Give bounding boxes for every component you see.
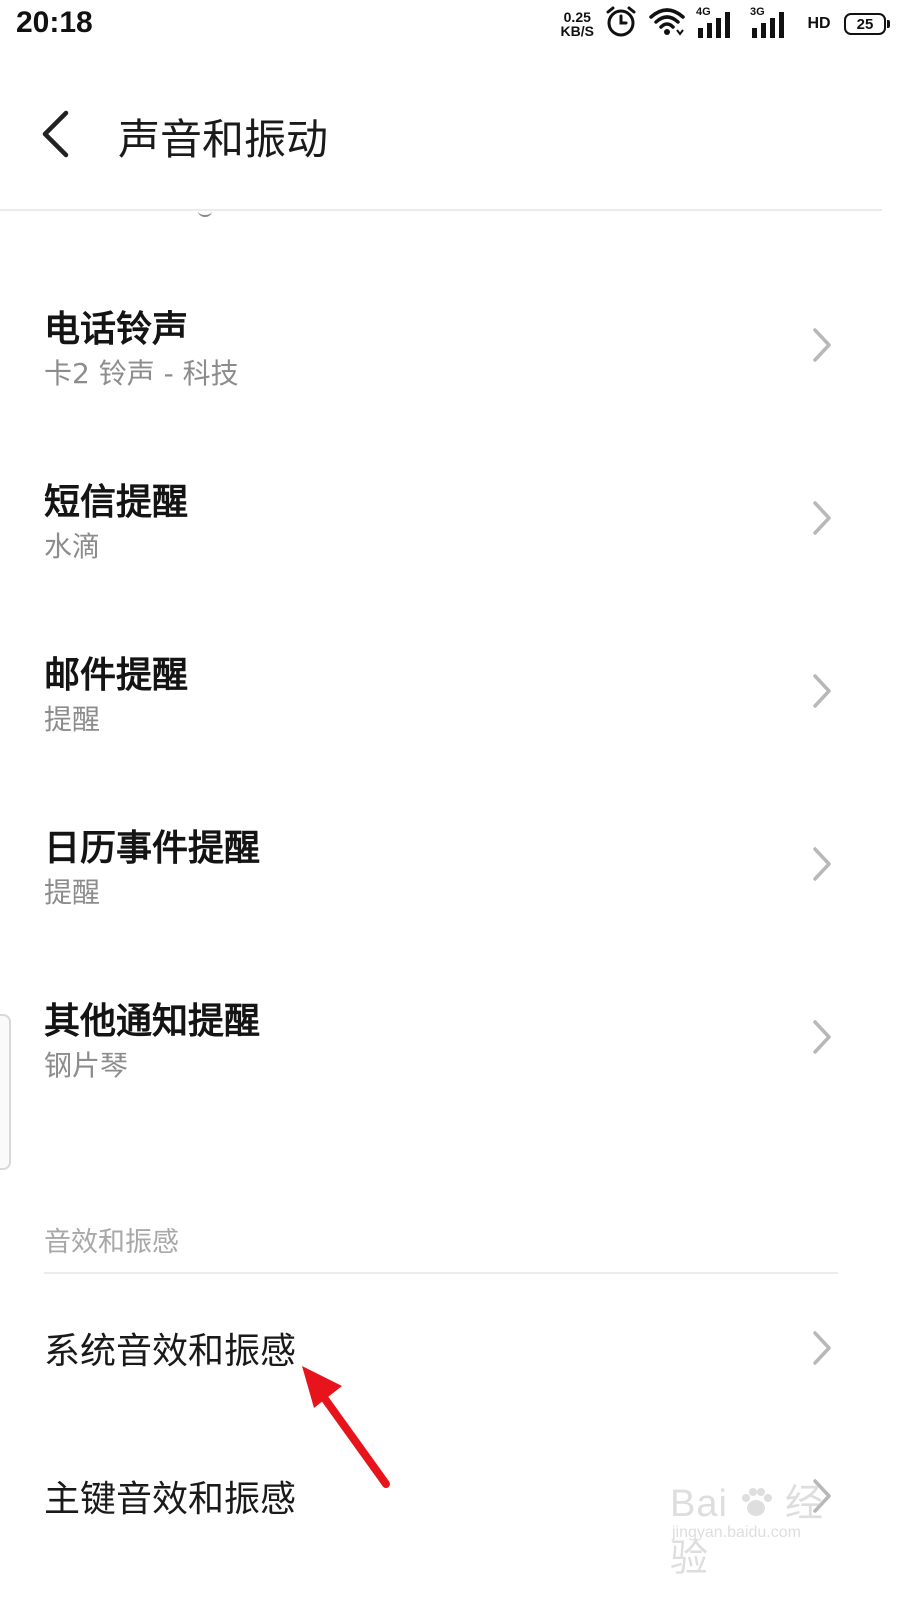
signal-icon-sim1: 4G [696,6,740,40]
battery-icon: 25 [844,13,890,35]
list-item-calendar-alert[interactable]: 日历事件提醒 提醒 [0,777,882,949]
watermark-url: jingyan.baidu.com [672,1524,801,1541]
list-item-title: 其他通知提醒 [44,1001,261,1042]
chevron-right-icon [810,671,834,711]
status-time: 20:18 [16,6,93,39]
alarm-clock-icon [604,5,638,43]
watermark-brand-text: Bai [670,1483,728,1525]
list-item-subtitle: 提醒 [44,876,101,909]
hd-label: HD [807,15,831,32]
chevron-right-icon [810,1328,834,1368]
back-button[interactable] [30,108,80,164]
signal-icon-sim2: 3G [750,6,794,40]
chevron-right-icon [810,1017,834,1057]
list-item-subtitle: 卡2 铃声 - 科技 [44,357,239,390]
list-item-title: 邮件提醒 [44,655,189,696]
hd-voice-icon: HD [804,8,834,40]
list-item-subtitle: 水滴 [44,530,101,563]
list-item-subtitle: 提醒 [44,703,101,736]
section-divider [44,1272,838,1274]
list-item-title: 短信提醒 [44,482,189,523]
wifi-icon [648,6,686,42]
battery-level: 25 [856,15,874,33]
list-item-email-alert[interactable]: 邮件提醒 提醒 [0,604,882,776]
list-item-title: 电话铃声 [44,309,189,350]
app-header: 声音和振动 [0,60,900,210]
network-speed-unit: KB/S [560,23,594,39]
list-item-other-notification-alert[interactable]: 其他通知提醒 钢片琴 [0,950,882,1122]
edge-swipe-handle[interactable] [0,1014,11,1170]
annotation-arrow-icon [290,1356,400,1496]
list-item-phone-ringtone[interactable]: 电话铃声 卡2 铃声 - 科技 [0,258,882,430]
list-item-title: 日历事件提醒 [44,828,261,869]
paw-icon [728,1483,785,1525]
section-header-sound-effects: 音效和振感 [44,1227,179,1258]
list-item-sms-alert[interactable]: 短信提醒 水滴 [0,431,882,603]
chevron-right-icon [810,325,834,365]
list-item-subtitle: 钢片琴 [44,1049,129,1082]
list-item-system-sound-effects[interactable]: 系统音效和振感 [0,1276,882,1421]
baidu-jingyan-watermark: Bai 经验 jingyan.baidu.com [670,1472,860,1580]
list-item-title: 主键音效和振感 [44,1479,297,1520]
list-item-title: 系统音效和振感 [44,1331,297,1372]
page-title: 声音和振动 [118,115,329,164]
chevron-right-icon [810,844,834,884]
chevron-right-icon [810,498,834,538]
status-icons: 0.25 KB/S 4G 3G HD 25 [561,5,890,43]
status-bar: 20:18 0.25 KB/S 4G 3G HD 25 [0,0,900,50]
network-speed-value: 0.25 [563,9,591,25]
network-speed: 0.25 KB/S [561,10,594,38]
back-arrow-icon [40,110,70,162]
scrolled-content-hint [0,211,882,217]
